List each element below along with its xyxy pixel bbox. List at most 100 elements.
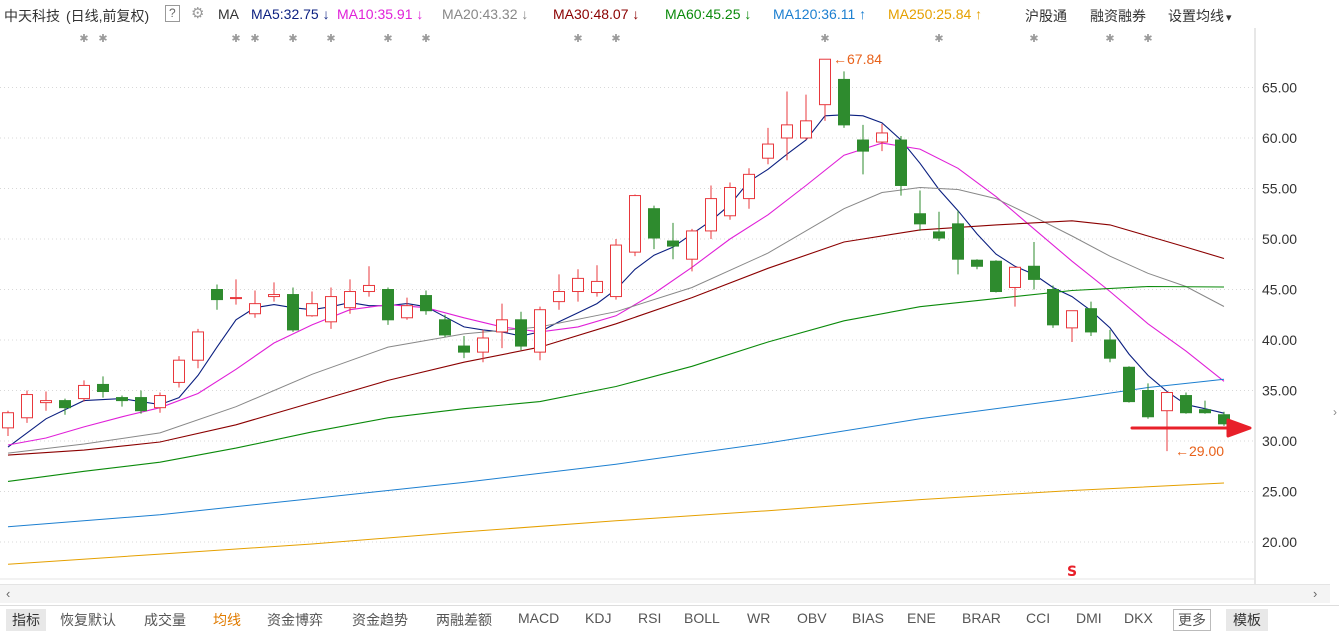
tab-恢复默认[interactable]: 恢复默认: [60, 610, 116, 630]
tab-boll[interactable]: BOLL: [684, 610, 720, 626]
candle-body-down: [914, 213, 926, 225]
candle-body-up: [401, 305, 413, 319]
candle-body-down: [1123, 366, 1135, 403]
candle-body-down: [1199, 409, 1211, 414]
ma-settings-button[interactable]: 设置均线 ▾: [1168, 6, 1232, 26]
event-marker[interactable]: ✱: [1029, 32, 1038, 45]
candle-body-up: [686, 230, 698, 260]
candle: [838, 71, 850, 128]
candle-body-down: [895, 139, 907, 186]
help-button[interactable]: ?: [165, 5, 180, 22]
tab-obv[interactable]: OBV: [797, 610, 827, 626]
gear-icon[interactable]: ⚙: [191, 4, 204, 22]
tab-kdj[interactable]: KDJ: [585, 610, 611, 626]
hgt-link[interactable]: 沪股通: [1025, 6, 1067, 26]
candle-body-up: [876, 132, 888, 143]
candle-body-down: [857, 139, 869, 152]
candle-body-up: [2, 412, 14, 429]
candle-body-down: [933, 231, 945, 239]
candle-body-up: [572, 277, 584, 293]
candle-body-up: [78, 384, 90, 400]
event-marker[interactable]: ✱: [288, 32, 297, 45]
event-marker[interactable]: ✱: [250, 32, 259, 45]
tab-brar[interactable]: BRAR: [962, 610, 1001, 626]
candle-body-down: [1104, 339, 1116, 359]
ma-item-ma120: MA120:36.11 ↑: [773, 6, 867, 22]
candle-body-up: [268, 294, 280, 298]
candle: [382, 287, 394, 325]
tab-wr[interactable]: WR: [747, 610, 770, 626]
tab-两融差额[interactable]: 两融差额: [436, 610, 492, 630]
tab-bias[interactable]: BIAS: [852, 610, 884, 626]
event-marker[interactable]: ✱: [573, 32, 582, 45]
event-marker[interactable]: ✱: [326, 32, 335, 45]
tab-模板[interactable]: 模板: [1226, 609, 1268, 631]
ma-item-ma20: MA20:43.32 ↓: [442, 6, 529, 22]
event-marker[interactable]: ✱: [98, 32, 107, 45]
candle: [1180, 392, 1192, 414]
candle: [629, 194, 641, 257]
extreme-price-label: ←29.00: [1175, 443, 1224, 459]
candle-body-up: [762, 143, 774, 159]
candle-body-up: [363, 284, 375, 293]
candle-body-down: [515, 319, 527, 347]
tab-资金博弈[interactable]: 资金博弈: [267, 610, 323, 630]
event-marker[interactable]: ✱: [611, 32, 620, 45]
tab-dmi[interactable]: DMI: [1076, 610, 1102, 626]
candle-body-up: [743, 173, 755, 200]
candle-body-up: [40, 400, 52, 404]
scroll-right-icon[interactable]: ›: [1313, 586, 1317, 601]
tab-成交量[interactable]: 成交量: [144, 610, 186, 630]
tab-均线[interactable]: 均线: [213, 610, 241, 630]
event-marker[interactable]: ✱: [79, 32, 88, 45]
margin-link[interactable]: 融资融券: [1090, 6, 1146, 26]
candle-body-up: [819, 58, 831, 106]
candle-body-up: [496, 319, 508, 333]
chart-grid: [0, 0, 1339, 584]
tab-macd[interactable]: MACD: [518, 610, 559, 626]
event-marker[interactable]: ✱: [1143, 32, 1152, 45]
tab-ene[interactable]: ENE: [907, 610, 936, 626]
y-tick-label: 40.00: [1262, 332, 1297, 348]
candle-body-up: [154, 395, 166, 409]
tab-dkx[interactable]: DKX: [1124, 610, 1153, 626]
candle-body-up: [249, 303, 261, 315]
candle-body-up: [591, 280, 603, 294]
candle: [610, 239, 622, 300]
y-tick-label: 20.00: [1262, 534, 1297, 550]
event-marker[interactable]: ✱: [421, 32, 430, 45]
candle-body-down: [116, 397, 128, 402]
event-marker[interactable]: ✱: [383, 32, 392, 45]
chart-scrollbar[interactable]: ‹ ›: [0, 584, 1330, 603]
panel-expand-icon[interactable]: ›: [1333, 405, 1337, 419]
event-marker[interactable]: ✱: [231, 32, 240, 45]
tab-indicator[interactable]: 指标: [6, 609, 46, 631]
period-label: (日线,前复权): [66, 8, 150, 24]
candle-body-down: [648, 208, 660, 239]
event-marker[interactable]: ✱: [1105, 32, 1114, 45]
tab-rsi[interactable]: RSI: [638, 610, 661, 626]
candle: [534, 306, 546, 361]
candle-body-down: [990, 260, 1002, 293]
scroll-left-icon[interactable]: ‹: [6, 586, 10, 601]
tab-更多[interactable]: 更多: [1173, 609, 1211, 631]
candle-body-up: [1066, 310, 1078, 329]
ma-item-ma250: MA250:25.84 ↑: [888, 6, 983, 22]
event-marker[interactable]: ✱: [820, 32, 829, 45]
event-marker[interactable]: ✱: [934, 32, 943, 45]
y-tick-label: 25.00: [1262, 484, 1297, 500]
ma-item-ma5: MA5:32.75 ↓: [251, 6, 330, 22]
candle-body-down: [667, 240, 679, 247]
candle: [21, 390, 33, 423]
candle-body-down: [971, 259, 983, 267]
y-tick-label: 35.00: [1262, 383, 1297, 399]
y-tick-label: 65.00: [1262, 80, 1297, 96]
candle-body-down: [1047, 289, 1059, 326]
candle-body-up: [534, 309, 546, 353]
candle-body-up: [230, 297, 242, 300]
tab-资金趋势[interactable]: 资金趋势: [352, 610, 408, 630]
s-signal-marker[interactable]: S: [1067, 564, 1077, 580]
tab-cci[interactable]: CCI: [1026, 610, 1050, 626]
kline-chart[interactable]: ✱ ✱ ✱ ✱ ✱ ✱ ✱ ✱ ✱ ✱ ✱ ✱ ✱ ✱ ✱ ←67.84 ←29.00 S 65.00 60.00 5…: [0, 0, 1339, 584]
candle: [1047, 285, 1059, 328]
